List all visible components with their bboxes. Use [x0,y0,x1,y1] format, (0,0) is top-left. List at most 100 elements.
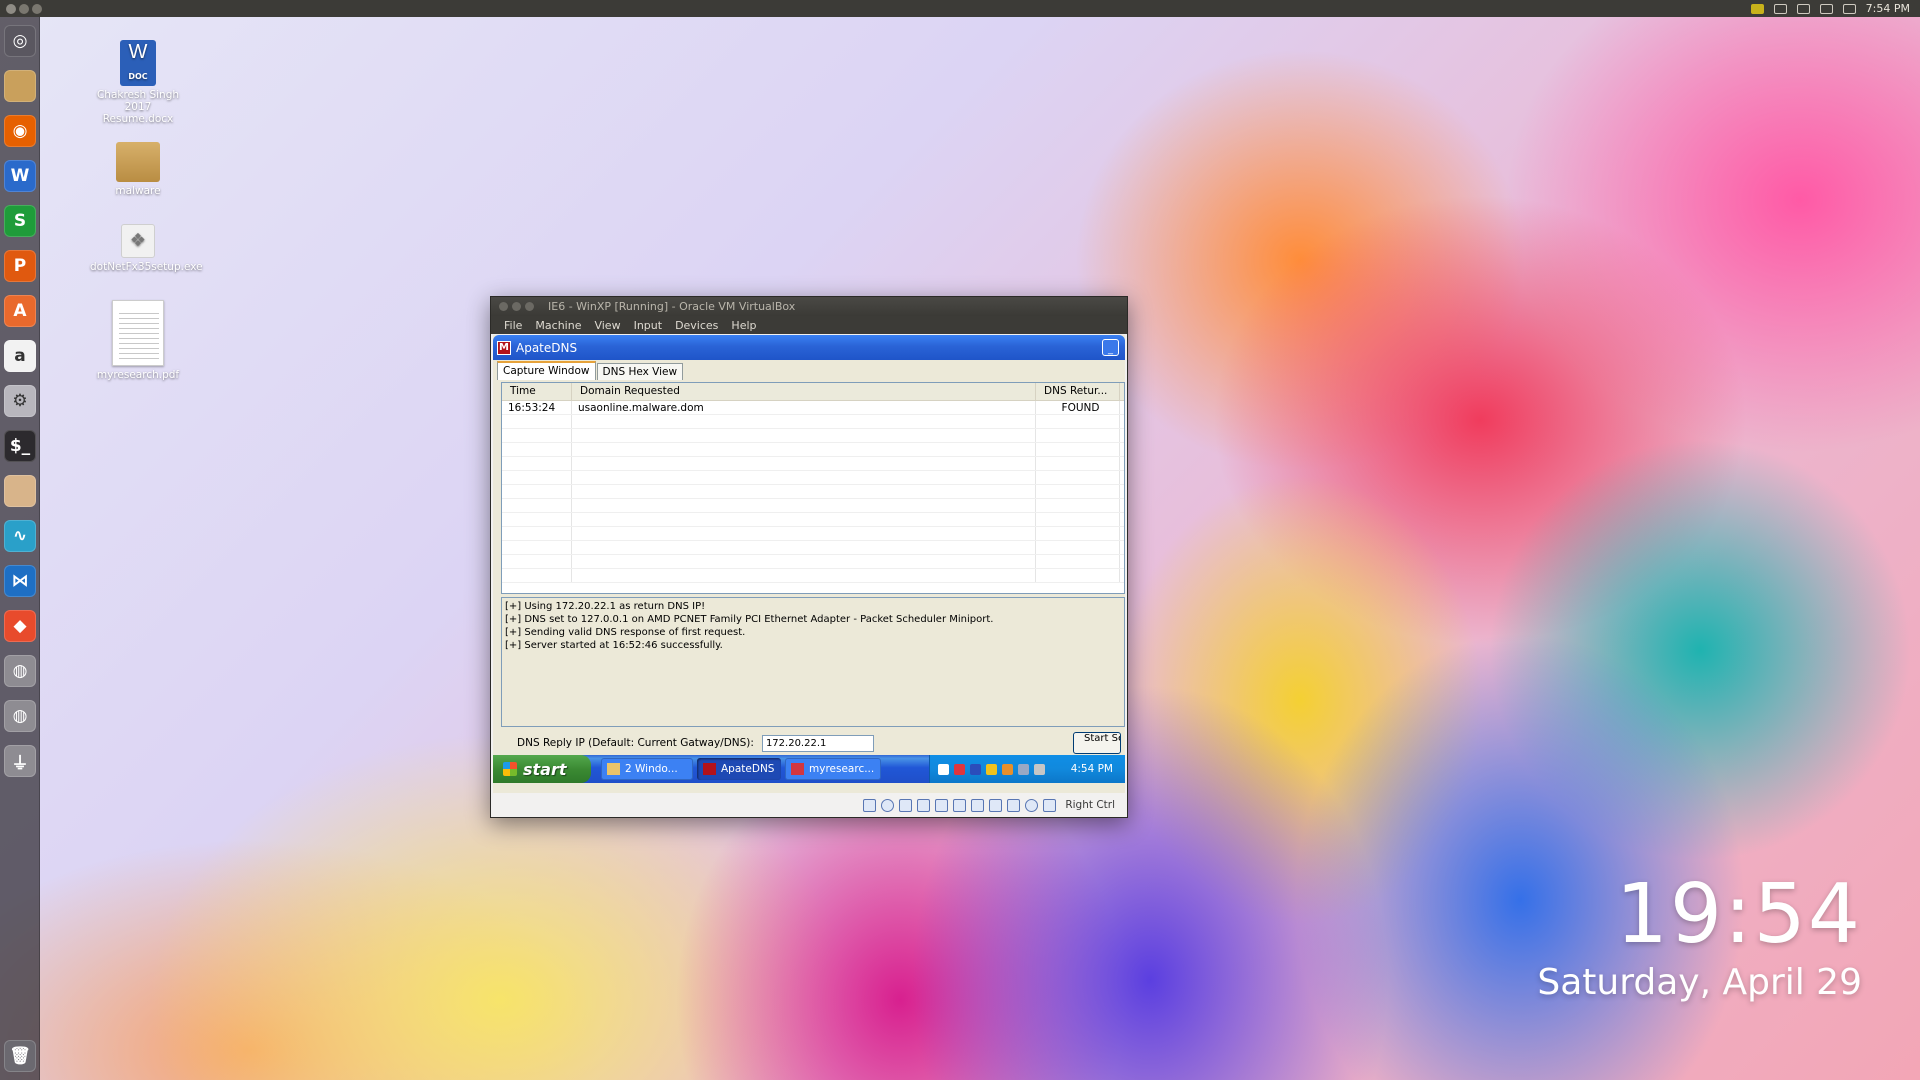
folder-icon [116,142,160,182]
mouse-integration-icon[interactable] [1025,798,1039,812]
apatedns-icon [703,763,716,775]
display-icon[interactable] [971,798,985,812]
empty-cell [1036,457,1120,470]
system-settings-icon[interactable]: ⚙ [4,385,36,417]
task-label: myresearc... [809,763,875,775]
clock-date: Saturday, April 29 [1537,962,1862,1003]
start-button[interactable]: start [493,755,591,783]
usb-icon[interactable]: ⏚ [4,745,36,777]
folder-icon[interactable] [4,475,36,507]
system-monitor-icon[interactable]: ∿ [4,520,36,552]
empty-row [502,443,1124,457]
window-controls [499,302,534,311]
apatedns-app-icon: M [497,340,511,355]
dash-icon[interactable]: ◎ [4,25,36,57]
start-label: start [523,759,567,779]
usb-icon[interactable] [935,798,949,812]
menu-devices[interactable]: Devices [675,319,727,332]
disk-icon[interactable]: ◍ [4,655,36,687]
terminal-icon[interactable]: $_ [4,430,36,462]
amazon-icon[interactable]: a [4,340,36,372]
network-icon[interactable] [938,763,949,775]
hard-disk-icon[interactable] [863,798,877,812]
menu-help[interactable]: Help [731,319,765,332]
video-capture-icon[interactable] [989,798,1003,812]
desktop-icon-label: myresearch.pdf [96,369,180,381]
software-center-icon[interactable]: A [4,295,36,327]
git-icon[interactable]: ◆ [4,610,36,642]
firefox-icon[interactable]: ◉ [4,115,36,147]
keys-icon[interactable] [1002,763,1013,775]
maximize-icon[interactable] [525,302,534,311]
volume-icon[interactable] [1842,3,1856,14]
virtualbox-window[interactable]: IE6 - WinXP [Running] - Oracle VM Virtua… [490,296,1128,818]
libreoffice-impress-icon[interactable]: P [4,250,36,282]
menu-machine[interactable]: Machine [535,319,590,332]
desktop-icon-label: Chakresh Singh 2017 Resume.docx [96,89,180,125]
libreoffice-calc-icon[interactable]: S [4,205,36,237]
empty-cell [502,457,572,470]
capture-list[interactable]: Time Domain Requested DNS Retur... 16:53… [501,382,1125,594]
column-time[interactable]: Time [502,383,572,400]
audio-icon[interactable] [899,798,913,812]
panel-clock[interactable]: 7:54 PM [1866,2,1910,15]
vscode-icon[interactable]: ⋈ [4,565,36,597]
security-icon[interactable] [954,763,965,775]
empty-row [502,541,1124,555]
empty-cell [572,569,1036,582]
column-dns-return[interactable]: DNS Retur... [1036,383,1120,400]
tab-dns-hex-view[interactable]: DNS Hex View [596,363,684,380]
minimize-icon[interactable] [19,3,29,14]
close-icon[interactable] [6,3,16,14]
battery-icon[interactable] [1819,3,1833,14]
safely-remove-icon[interactable] [1034,763,1045,775]
keyboard-capture-icon[interactable] [1043,798,1057,812]
keyboard-icon[interactable] [1796,3,1810,14]
tab-capture-window[interactable]: Capture Window [497,361,596,380]
minimize-button[interactable]: _ [1102,339,1119,356]
network-icon[interactable] [1773,3,1787,14]
network-icon[interactable] [917,798,931,812]
empty-row [502,415,1124,429]
shared-folders-icon[interactable] [953,798,967,812]
menu-file[interactable]: File [504,319,531,332]
apatedns-titlebar[interactable]: M ApateDNS _ [493,335,1125,360]
desktop-icon-malware[interactable]: malware [90,142,186,197]
disk-icon-2[interactable]: ◍ [4,700,36,732]
word-document-icon: W DOC [120,40,156,86]
empty-cell [1036,499,1120,512]
app-indicator-icon[interactable] [1750,3,1764,14]
taskbar-myresearch[interactable]: myresearc... [785,758,881,780]
libreoffice-writer-icon[interactable]: W [4,160,36,192]
maximize-icon[interactable] [32,3,42,14]
optical-drive-icon[interactable] [881,798,895,812]
tool-icon[interactable] [970,763,981,775]
close-icon[interactable] [499,302,508,311]
taskbar-apatedns[interactable]: ApateDNS [697,758,781,780]
files-icon[interactable] [4,70,36,102]
start-server-button[interactable]: Start Se [1073,732,1121,754]
cpu-icon[interactable] [1007,798,1021,812]
dns-reply-ip-input[interactable] [761,734,874,752]
empty-cell [572,457,1036,470]
desktop-icon-resume[interactable]: W DOC Chakresh Singh 2017 Resume.docx [90,40,186,125]
window-controls [0,3,42,14]
guest-screen[interactable]: M ApateDNS _ Capture Window DNS Hex View… [493,335,1125,793]
column-domain[interactable]: Domain Requested [572,383,1036,400]
desktop-icon-pdf[interactable]: myresearch.pdf [90,300,186,381]
taskbar-windows-group[interactable]: 2 Windo... [601,758,693,780]
trash-icon[interactable]: 🗑 [4,1040,36,1072]
log-output[interactable]: [+] Using 172.20.22.1 as return DNS IP! … [501,597,1125,727]
update-icon[interactable] [1018,763,1029,775]
empty-row [502,527,1124,541]
virtualbox-titlebar[interactable]: IE6 - WinXP [Running] - Oracle VM Virtua… [491,297,1127,316]
empty-cell [1036,485,1120,498]
table-row[interactable]: 16:53:24 usaonline.malware.dom FOUND [502,401,1124,415]
empty-cell [502,429,572,442]
xp-clock[interactable]: 4:54 PM [1071,763,1113,775]
menu-input[interactable]: Input [634,319,671,332]
menu-view[interactable]: View [594,319,629,332]
shield-icon[interactable] [986,763,997,775]
minimize-icon[interactable] [512,302,521,311]
desktop-icon-dotnet[interactable]: ❖ dotNetFx35setup.exe [90,224,203,273]
